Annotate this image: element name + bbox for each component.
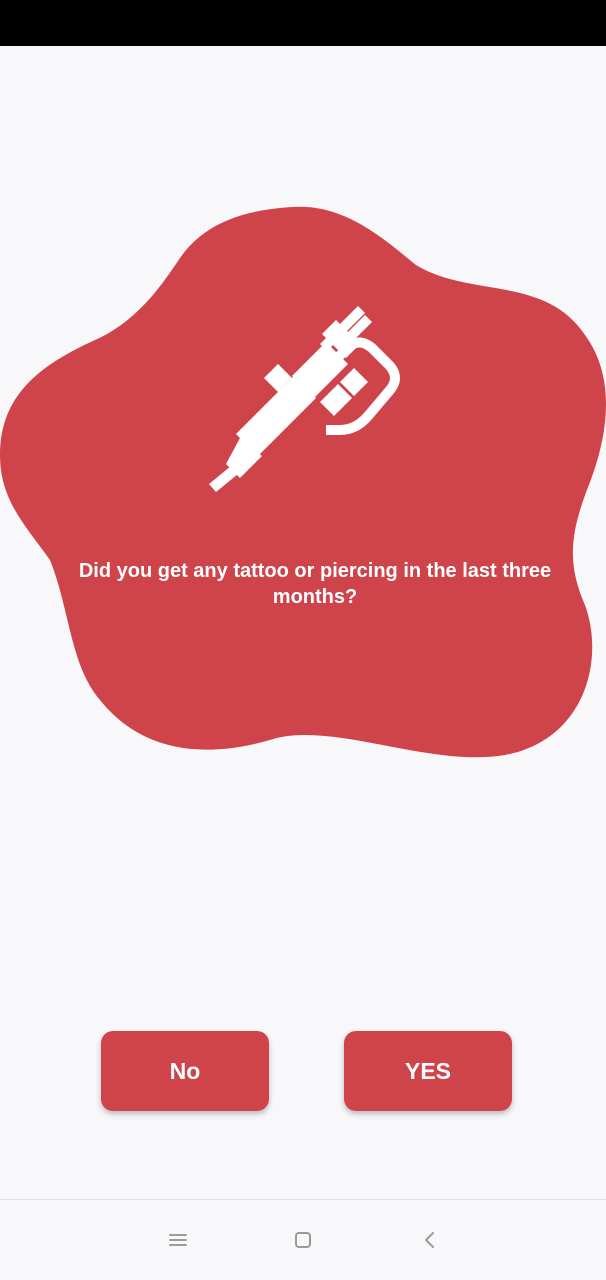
home-square-icon[interactable]	[283, 1222, 323, 1258]
question-blob-background	[0, 206, 606, 758]
back-chevron-icon[interactable]	[410, 1222, 450, 1258]
system-navigation-bar	[0, 1199, 606, 1280]
question-text: Did you get any tattoo or piercing in th…	[78, 560, 552, 608]
menu-icon[interactable]	[158, 1222, 198, 1258]
yes-button[interactable]: YES	[344, 1031, 512, 1111]
tattoo-machine-icon	[209, 306, 400, 492]
no-button[interactable]: No	[101, 1031, 269, 1111]
